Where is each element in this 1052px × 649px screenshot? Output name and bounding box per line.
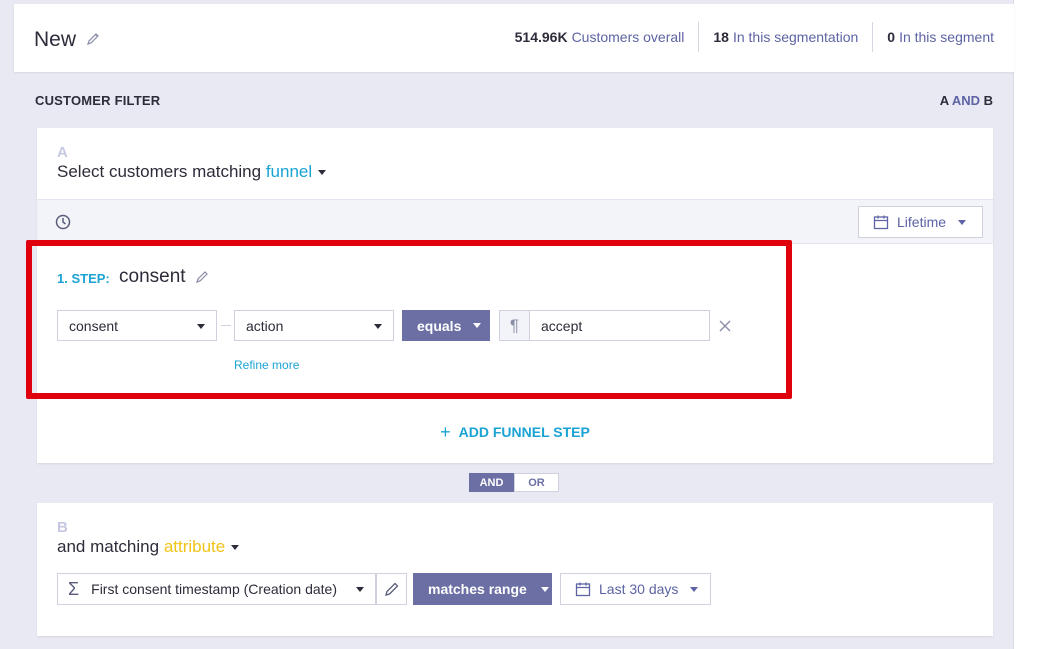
combinator-or[interactable]: OR <box>514 473 559 492</box>
caret-down-icon <box>318 170 327 176</box>
filter-card-b: B and matching attribute Σ First consent … <box>37 503 993 636</box>
refine-more-link[interactable]: Refine more <box>234 358 299 372</box>
funnel-options-bar: Lifetime <box>37 199 993 244</box>
separator-dash <box>221 325 231 326</box>
customer-filter-title: CUSTOMER FILTER <box>35 93 161 108</box>
filter-card-a: A Select customers matching funnel Lifet… <box>37 128 993 463</box>
card-b-heading: and matching attribute <box>57 537 240 557</box>
card-a-heading: Select customers matching funnel <box>57 162 327 182</box>
step-label: 1. STEP: <box>57 271 110 286</box>
caret-down-icon <box>231 545 240 551</box>
value-input[interactable] <box>529 310 710 341</box>
plus-icon: + <box>440 422 451 442</box>
caret-down-icon <box>197 324 205 329</box>
attribute-select[interactable]: Σ First consent timestamp (Creation date) <box>57 573 376 605</box>
filter-logic[interactable]: A AND B <box>940 93 993 108</box>
stat-in-segment: 0 In this segment <box>887 29 994 45</box>
card-letter-a: A <box>57 144 68 161</box>
operator-button[interactable]: equals <box>402 310 490 341</box>
caret-down-icon <box>374 324 382 329</box>
text-type-icon[interactable]: ¶ <box>499 310 530 341</box>
caret-down-icon <box>958 219 967 225</box>
stat-in-segmentation: 18 In this segmentation <box>699 22 874 52</box>
caret-down-icon <box>540 586 549 592</box>
stats-bar: 514.96K Customers overall 18 In this segme… <box>501 22 994 52</box>
right-gutter <box>1013 0 1052 649</box>
stat-customers-overall: 514.96K Customers overall <box>501 22 700 52</box>
right-divider <box>1013 0 1014 649</box>
caret-down-icon <box>356 587 364 592</box>
edit-pencil-icon[interactable] <box>376 573 407 605</box>
edit-pencil-icon[interactable] <box>195 270 209 289</box>
segment-header: New 514.96K Customers overall 18 In this s… <box>14 4 1014 72</box>
edit-pencil-icon[interactable] <box>86 32 100 51</box>
clock-icon[interactable] <box>55 214 71 235</box>
add-funnel-step-button[interactable]: + ADD FUNNEL STEP <box>37 422 993 443</box>
calendar-icon <box>575 582 591 597</box>
segment-name: New <box>34 28 77 51</box>
caret-down-icon <box>473 323 482 328</box>
combinator-toggle: AND OR <box>469 473 559 492</box>
date-range-button[interactable]: Last 30 days <box>560 573 711 605</box>
range-operator-button[interactable]: matches range <box>413 573 552 605</box>
close-icon[interactable] <box>719 319 731 337</box>
property-select[interactable]: action <box>234 310 394 341</box>
filter-type-selector[interactable]: funnel <box>266 162 327 181</box>
caret-down-icon <box>690 586 699 592</box>
sigma-icon: Σ <box>68 578 80 599</box>
card-letter-b: B <box>57 519 68 536</box>
calendar-icon <box>873 215 889 230</box>
step-name: consent <box>119 266 186 287</box>
combinator-and[interactable]: AND <box>469 473 514 492</box>
event-select[interactable]: consent <box>57 310 217 341</box>
filter-type-selector[interactable]: attribute <box>164 537 240 556</box>
timeframe-button[interactable]: Lifetime <box>858 206 983 238</box>
